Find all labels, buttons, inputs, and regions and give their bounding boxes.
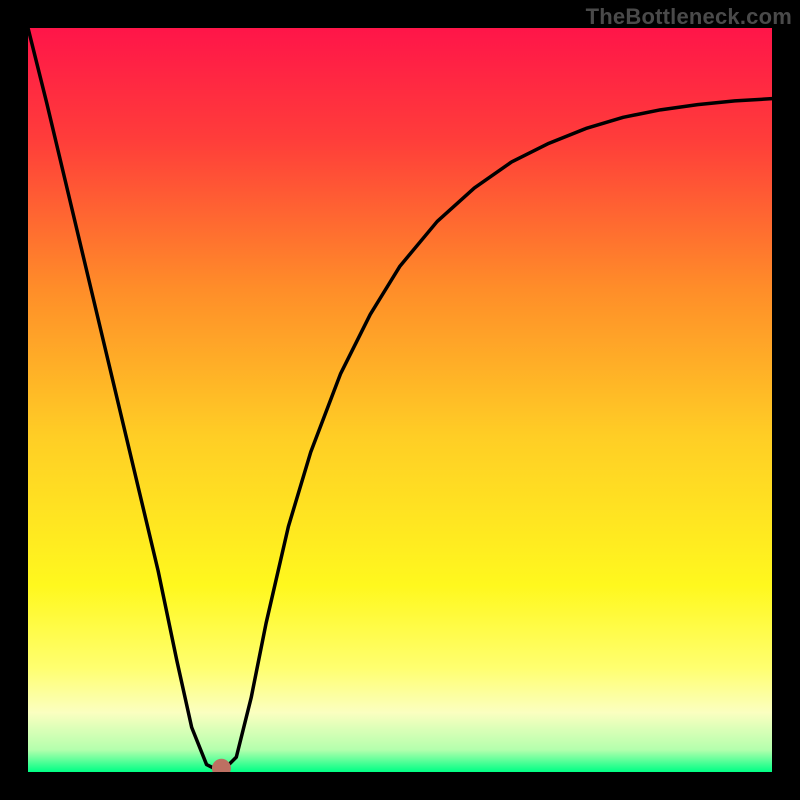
plot-background bbox=[28, 28, 772, 772]
chart-container: TheBottleneck.com bbox=[0, 0, 800, 800]
chart-plot bbox=[28, 28, 772, 772]
watermark-text: TheBottleneck.com bbox=[586, 4, 792, 30]
